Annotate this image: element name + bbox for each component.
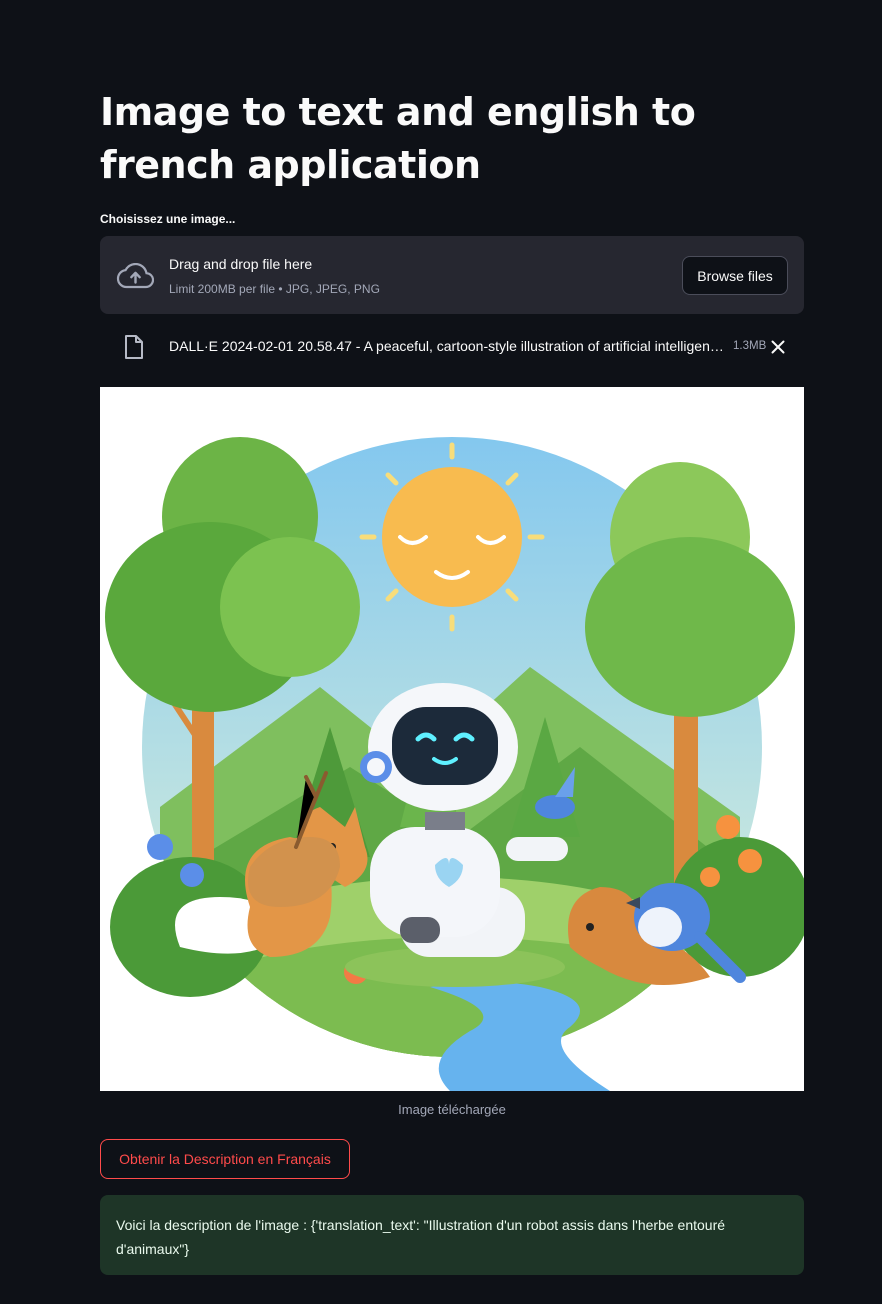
dropzone-limit: Limit 200MB per file • JPG, JPEG, PNG bbox=[169, 282, 380, 296]
file-icon bbox=[125, 335, 143, 359]
page-title: Image to text and english to french appl… bbox=[100, 90, 696, 187]
success-result-box: Voici la description de l'image : {'tran… bbox=[100, 1195, 804, 1275]
uploaded-image bbox=[100, 387, 804, 1091]
uploaded-file-size: 1.3MB bbox=[733, 340, 767, 352]
file-dropzone[interactable]: Drag and drop file here Limit 200MB per … bbox=[100, 236, 804, 314]
dropzone-instructions: Drag and drop file here bbox=[169, 256, 313, 272]
get-french-description-button[interactable]: Obtenir la Description en Français bbox=[100, 1139, 350, 1179]
uploaded-file-row: DALL·E 2024-02-01 20.58.47 - A peaceful,… bbox=[100, 329, 804, 363]
result-text: Voici la description de l'image : {'tran… bbox=[116, 1217, 726, 1257]
cloud-upload-icon bbox=[116, 263, 154, 289]
illustration-robot-in-nature bbox=[100, 387, 804, 1091]
image-caption: Image téléchargée bbox=[398, 1102, 506, 1117]
browse-files-button[interactable]: Browse files bbox=[682, 256, 788, 295]
remove-file-close-icon[interactable] bbox=[769, 338, 787, 356]
uploaded-file-name: DALL·E 2024-02-01 20.58.47 - A peaceful,… bbox=[169, 338, 729, 354]
uploader-label: Choisissez une image... bbox=[100, 212, 236, 226]
